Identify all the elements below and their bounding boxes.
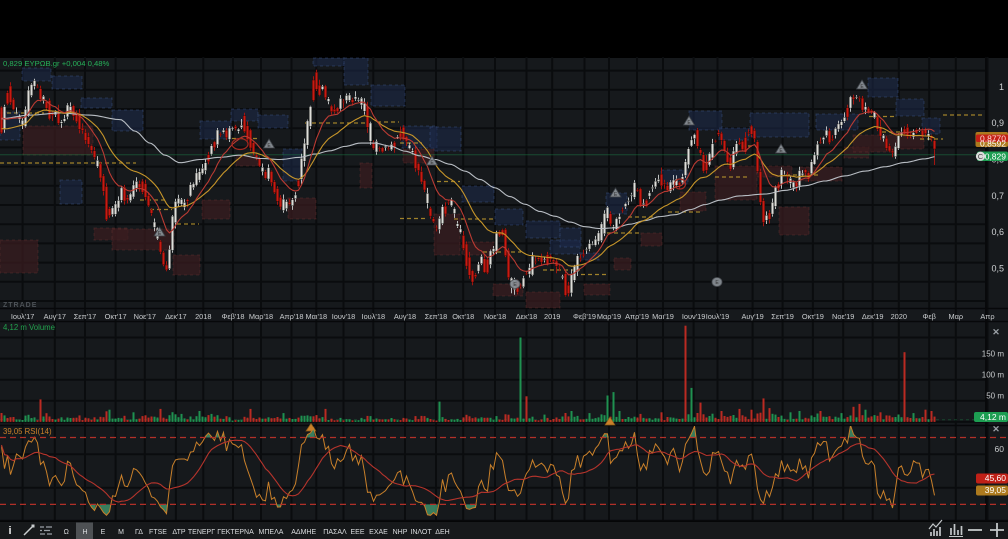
svg-text:Φεβ: Φεβ — [922, 312, 935, 321]
svg-text:2019: 2019 — [544, 312, 560, 321]
svg-text:ZTRADE: ZTRADE — [3, 302, 37, 309]
svg-text:Σεπ'17: Σεπ'17 — [74, 312, 97, 321]
svg-text:Αυγ'18: Αυγ'18 — [394, 312, 416, 321]
svg-text:i: i — [8, 525, 11, 537]
svg-text:Απρ'18: Απρ'18 — [280, 312, 304, 321]
svg-text:Ιουν'18: Ιουν'18 — [332, 312, 356, 321]
svg-text:Ιουλ'17: Ιουλ'17 — [11, 312, 35, 321]
svg-text:0,5: 0,5 — [991, 264, 1004, 274]
svg-text:ΔΕΗ: ΔΕΗ — [435, 529, 449, 536]
svg-text:Ιουν'19: Ιουν'19 — [682, 312, 706, 321]
svg-text:ΓΔ: ΓΔ — [135, 529, 143, 536]
svg-text:Νοε'19: Νοε'19 — [832, 312, 854, 321]
svg-text:0,8592: 0,8592 — [980, 139, 1006, 149]
svg-text:Μαι'18: Μαι'18 — [305, 312, 327, 321]
svg-text:C: C — [978, 152, 984, 161]
svg-text:✕: ✕ — [992, 327, 1000, 337]
svg-text:Απρ: Απρ — [980, 312, 994, 321]
svg-text:ΜΠΕΛΑ: ΜΠΕΛΑ — [259, 529, 284, 536]
svg-text:4,12 m Volume: 4,12 m Volume — [3, 323, 55, 332]
svg-text:ΑΔΜΗΕ: ΑΔΜΗΕ — [291, 529, 316, 536]
svg-text:1: 1 — [999, 82, 1004, 92]
svg-text:✕: ✕ — [992, 424, 1000, 434]
svg-text:Ιουλ'18: Ιουλ'18 — [362, 312, 386, 321]
svg-text:0,7: 0,7 — [991, 191, 1004, 201]
svg-text:0,6: 0,6 — [991, 227, 1004, 237]
svg-text:Ιουλ'19: Ιουλ'19 — [706, 312, 730, 321]
svg-text:FTSE: FTSE — [149, 529, 167, 536]
svg-text:ΕΧΑΕ: ΕΧΑΕ — [369, 529, 388, 536]
svg-text:Αυγ'19: Αυγ'19 — [741, 312, 763, 321]
svg-text:Δεκ'17: Δεκ'17 — [165, 312, 187, 321]
svg-text:Οκτ'19: Οκτ'19 — [802, 312, 824, 321]
svg-text:Φεβ'19: Φεβ'19 — [573, 312, 596, 321]
svg-text:Φεβ'18: Φεβ'18 — [221, 312, 244, 321]
svg-text:0,9: 0,9 — [991, 118, 1004, 128]
svg-text:100 m: 100 m — [982, 371, 1005, 380]
svg-text:0,829 ΕΥΡΩΒ.gr +0,004 0,48%: 0,829 ΕΥΡΩΒ.gr +0,004 0,48% — [3, 59, 110, 68]
svg-text:Νοε'17: Νοε'17 — [134, 312, 156, 321]
svg-text:ΕΕΕ: ΕΕΕ — [350, 529, 364, 536]
svg-text:Μαρ'18: Μαρ'18 — [249, 312, 273, 321]
svg-text:Αυγ'17: Αυγ'17 — [44, 312, 66, 321]
svg-text:ΙΝΛΟΤ: ΙΝΛΟΤ — [410, 529, 432, 536]
svg-text:ΤΕΝΕΡΓ: ΤΕΝΕΡΓ — [188, 529, 215, 536]
svg-text:Μαρ'19: Μαρ'19 — [597, 312, 621, 321]
svg-text:Η: Η — [82, 529, 87, 536]
svg-text:Δεκ'18: Δεκ'18 — [516, 312, 538, 321]
svg-text:Δεκ'19: Δεκ'19 — [862, 312, 884, 321]
svg-text:60: 60 — [995, 444, 1005, 454]
svg-text:Μαρ: Μαρ — [948, 312, 963, 321]
svg-text:Σεπ'18: Σεπ'18 — [425, 312, 448, 321]
svg-text:Ε: Ε — [101, 529, 106, 536]
svg-text:2018: 2018 — [195, 312, 211, 321]
svg-text:ΠΑΣΑΛ: ΠΑΣΑΛ — [323, 529, 347, 536]
svg-text:39,05: 39,05 — [985, 485, 1007, 495]
svg-text:Οκτ'17: Οκτ'17 — [105, 312, 127, 321]
svg-text:Απρ'19: Απρ'19 — [625, 312, 649, 321]
svg-text:39,05 RSI(14): 39,05 RSI(14) — [3, 427, 52, 436]
svg-text:Σεπ'19: Σεπ'19 — [771, 312, 794, 321]
svg-text:Ω: Ω — [64, 529, 69, 536]
svg-text:150 m: 150 m — [982, 350, 1005, 359]
svg-text:ΔΤΡ: ΔΤΡ — [172, 529, 186, 536]
svg-text:Μ: Μ — [118, 529, 124, 536]
svg-text:4,12 m: 4,12 m — [980, 412, 1006, 422]
svg-text:45,60: 45,60 — [985, 473, 1007, 483]
svg-text:ΓΕΚΤΕΡΝΑ: ΓΕΚΤΕΡΝΑ — [217, 529, 254, 536]
svg-text:0,829: 0,829 — [985, 151, 1007, 161]
svg-text:ΝΗΡ: ΝΗΡ — [393, 529, 408, 536]
svg-text:Νοε'18: Νοε'18 — [484, 312, 506, 321]
svg-text:Οκτ'18: Οκτ'18 — [452, 312, 474, 321]
svg-text:Μαι'19: Μαι'19 — [652, 312, 674, 321]
svg-text:2020: 2020 — [891, 312, 907, 321]
svg-text:50 m: 50 m — [986, 392, 1004, 401]
